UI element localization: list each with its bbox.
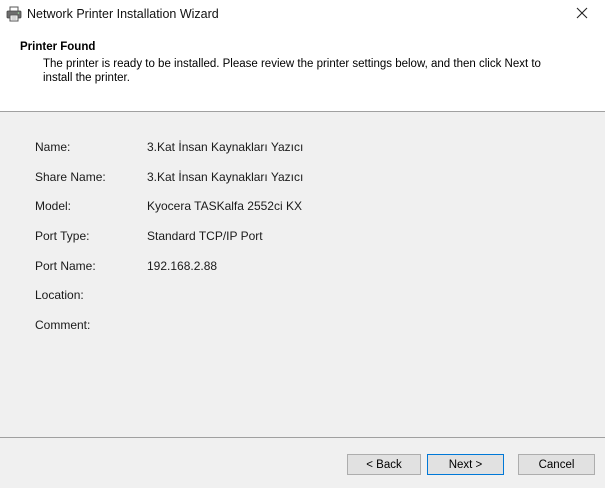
detail-row-comment: Comment: <box>0 316 605 336</box>
window-title: Network Printer Installation Wizard <box>27 7 219 21</box>
detail-row-model: Model: Kyocera TASKalfa 2552ci KX <box>0 197 605 217</box>
detail-row-share-name: Share Name: 3.Kat İnsan Kaynakları Yazıc… <box>0 168 605 188</box>
close-icon <box>576 6 588 24</box>
share-name-label: Share Name: <box>35 170 106 184</box>
page-description: The printer is ready to be installed. Pl… <box>43 58 541 84</box>
name-label: Name: <box>35 140 71 154</box>
share-name-value: 3.Kat İnsan Kaynakları Yazıcı <box>147 170 304 184</box>
wizard-window: Network Printer Installation Wizard Prin… <box>0 0 605 488</box>
detail-row-location: Location: <box>0 286 605 306</box>
next-button[interactable]: Next > <box>427 454 504 475</box>
detail-row-port-name: Port Name: 192.168.2.88 <box>0 257 605 277</box>
title-bar: Network Printer Installation Wizard <box>0 0 605 30</box>
comment-label: Comment: <box>35 318 91 332</box>
detail-row-name: Name: 3.Kat İnsan Kaynakları Yazıcı <box>0 138 605 158</box>
printer-details-panel: Name: 3.Kat İnsan Kaynakları Yazıcı Shar… <box>0 112 605 437</box>
model-label: Model: <box>35 199 72 213</box>
wizard-header: Printer Found The printer is ready to be… <box>0 30 605 111</box>
port-type-label: Port Type: <box>35 229 90 243</box>
back-button[interactable]: < Back <box>347 454 421 475</box>
model-value: Kyocera TASKalfa 2552ci KX <box>147 199 302 213</box>
wizard-footer: < Back Next > Cancel <box>0 438 605 488</box>
location-label: Location: <box>35 288 84 302</box>
close-button[interactable] <box>559 0 605 30</box>
page-title: Printer Found <box>20 41 96 53</box>
port-name-value: 192.168.2.88 <box>147 259 218 273</box>
port-name-label: Port Name: <box>35 259 96 273</box>
port-type-value: Standard TCP/IP Port <box>147 229 263 243</box>
cancel-button[interactable]: Cancel <box>518 454 595 475</box>
printer-icon <box>6 6 22 22</box>
name-value: 3.Kat İnsan Kaynakları Yazıcı <box>147 140 304 154</box>
detail-row-port-type: Port Type: Standard TCP/IP Port <box>0 227 605 247</box>
